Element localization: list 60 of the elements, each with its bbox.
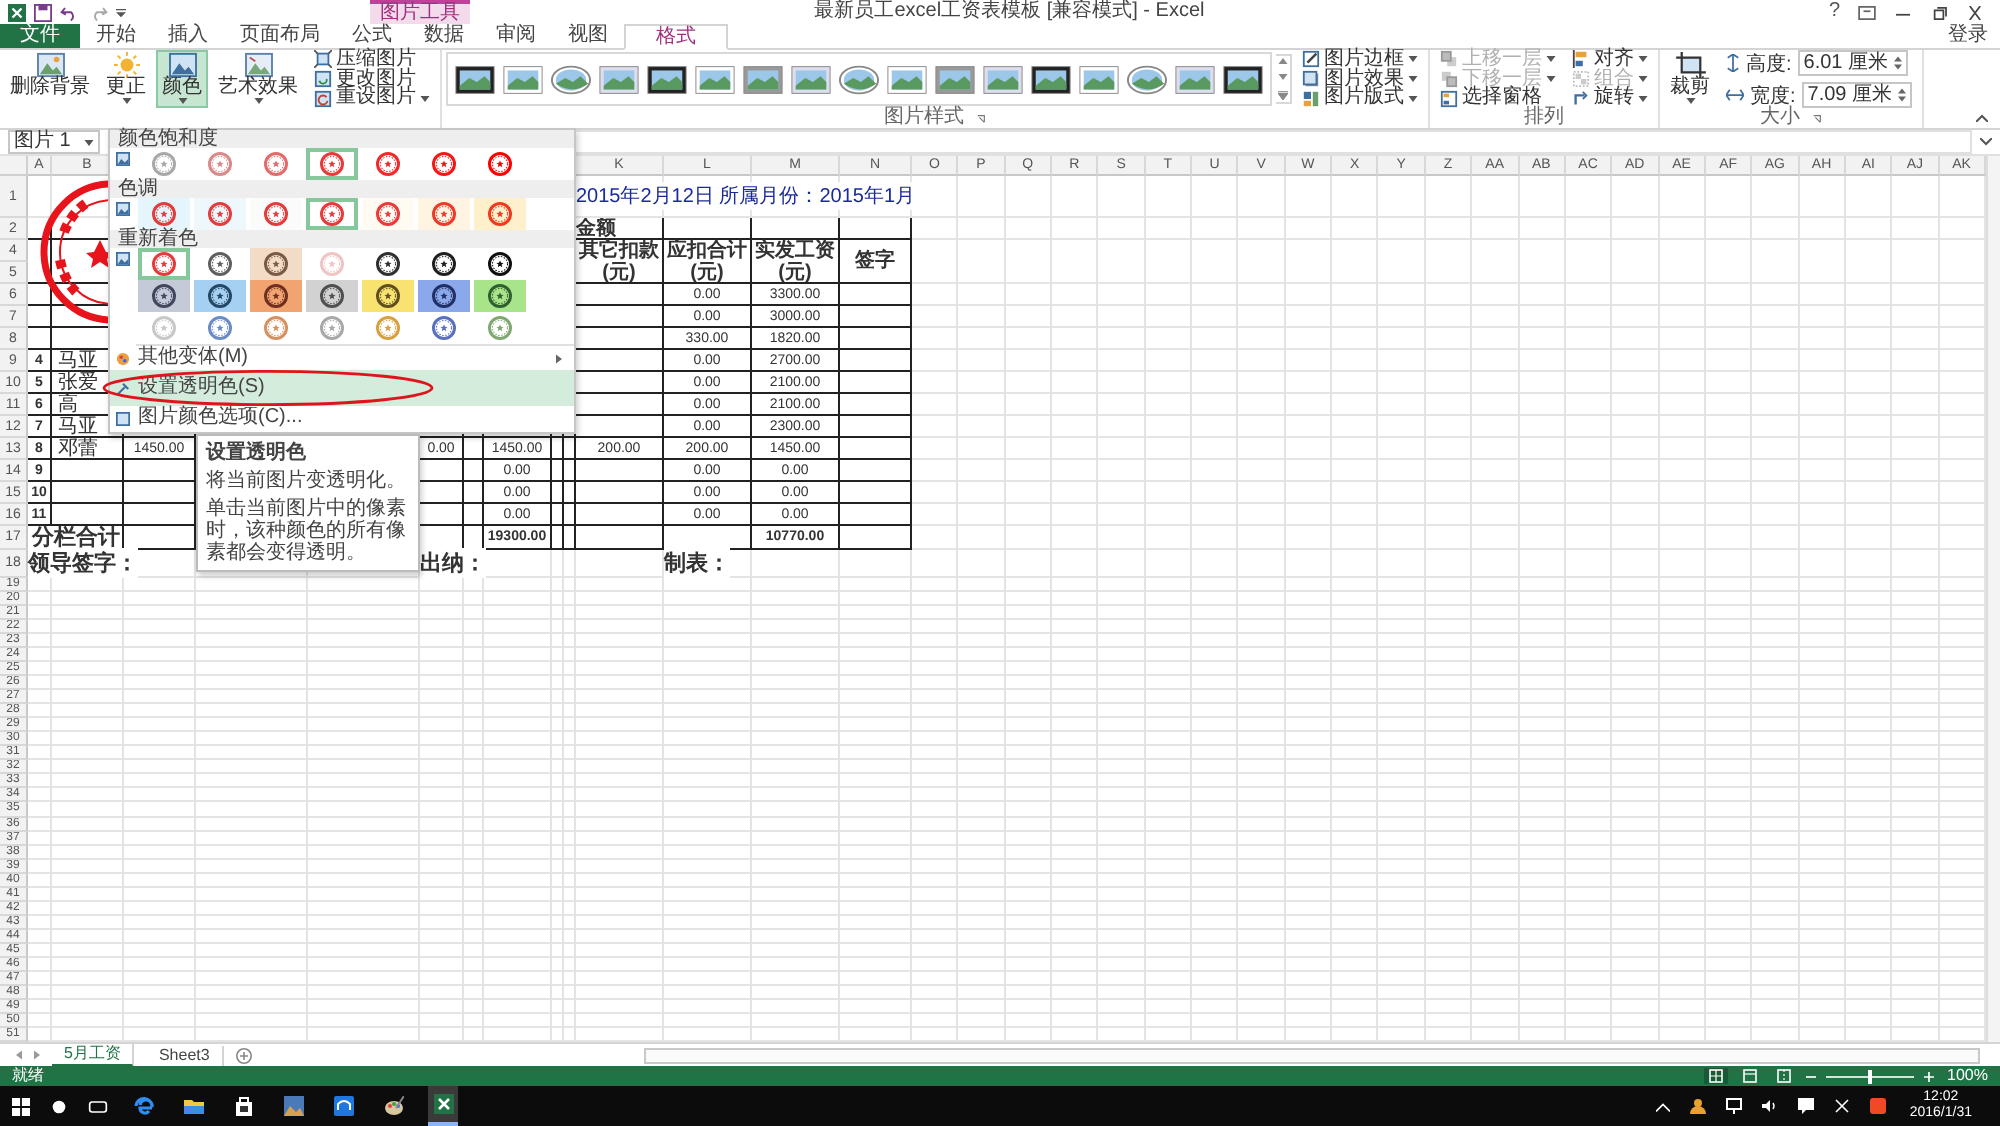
sign-in-link[interactable]: 登录 <box>1948 24 2000 48</box>
ribbon-button[interactable]: 删除背景 <box>4 50 96 108</box>
name-box[interactable]: 图片 1 <box>8 130 100 154</box>
table-cell-text: 分栏合计 <box>32 523 120 551</box>
table-cell-text: 张爱 <box>58 369 98 394</box>
help-button[interactable]: ? <box>1828 0 1840 24</box>
tooltip-text: 将当前图片变透明化。 <box>206 470 408 492</box>
date-text: 2015年2月12日 所属月份：2015年1月 <box>576 182 916 210</box>
crop-button[interactable]: 裁剪 <box>1664 50 1716 108</box>
table-cell-text: 马亚 <box>58 348 98 372</box>
ribbon-tab[interactable]: 数据 <box>408 24 480 48</box>
ribbon-tab[interactable]: 视图 <box>552 24 624 48</box>
signature-label: 出纳： <box>420 548 486 578</box>
table-cell-text: 邓蕾 <box>58 435 98 462</box>
section-title: 色调 <box>118 178 158 200</box>
sheet-tab[interactable]: 5月工资 <box>52 1043 135 1067</box>
ribbon-button[interactable]: 对齐 <box>1572 50 1648 70</box>
menu-item[interactable]: 图片颜色选项(C)... <box>110 406 574 430</box>
ribbon-button[interactable]: 更改图片 <box>314 69 430 89</box>
ribbon-tab[interactable]: 插入 <box>152 24 224 48</box>
ribbon-button[interactable]: 重设图片 <box>314 88 430 108</box>
ribbon-button[interactable]: 艺术效果 <box>212 50 304 108</box>
group-label: 图片样式 <box>884 108 964 128</box>
status-text: 就绪 <box>12 1066 44 1086</box>
ribbon-tab[interactable]: 文件 <box>0 24 80 48</box>
size-label: 宽度: <box>1750 83 1796 107</box>
table-cell-text: 金额 <box>576 216 616 240</box>
ribbon-button[interactable]: 图片边框 <box>1302 50 1418 70</box>
ribbon-tab[interactable]: 公式 <box>336 24 408 48</box>
ribbon-tab[interactable]: 页面布局 <box>224 24 336 48</box>
ribbon-tab[interactable]: 开始 <box>80 24 152 48</box>
size-field[interactable]: 6.01 厘米 <box>1797 50 1909 76</box>
ribbon-button[interactable]: 选择窗格 <box>1440 88 1556 108</box>
table-cell-text: 高 <box>58 391 78 417</box>
ribbon-button[interactable]: 图片效果 <box>1302 69 1418 89</box>
group-label: 大小 <box>1760 108 1801 128</box>
header-cell-text: 应扣合计(元) <box>665 239 749 283</box>
ribbon-button[interactable]: 压缩图片 <box>314 50 430 70</box>
context-tab-label: 图片工具 <box>370 0 470 24</box>
tooltip-text: 单击当前图片中的像素时，该种颜色的所有像素都会变得透明。 <box>206 498 408 564</box>
size-field[interactable]: 7.09 厘米 <box>1801 82 1913 108</box>
ribbon-button[interactable]: 更正 <box>100 50 152 108</box>
header-cell-text: 实发工资(元) <box>753 239 837 283</box>
menu-item[interactable]: 其他变体(M) <box>110 346 574 370</box>
size-label: 高度: <box>1746 51 1792 77</box>
tooltip-title: 设置透明色 <box>206 442 308 464</box>
ribbon-tab[interactable]: 审阅 <box>480 24 552 48</box>
signature-label: 领导签字： <box>28 548 138 578</box>
header-cell-text: 其它扣款(元) <box>577 239 661 283</box>
signature-label: 制表： <box>664 548 730 578</box>
header-cell: 签字 <box>855 250 895 272</box>
group-label: 排列 <box>1524 108 1564 128</box>
ribbon-button[interactable]: 图片版式 <box>1302 88 1418 108</box>
section-title: 重新着色 <box>118 228 198 250</box>
table-cell-text: 马亚 <box>58 414 98 438</box>
ribbon-button[interactable]: 颜色 <box>156 50 208 108</box>
ribbon-button[interactable]: 旋转 <box>1572 88 1648 108</box>
section-title: 颜色饱和度 <box>118 128 218 150</box>
ribbon-tab[interactable]: 格式 <box>624 24 728 50</box>
zoom-level[interactable]: 100% <box>1943 1066 1988 1086</box>
